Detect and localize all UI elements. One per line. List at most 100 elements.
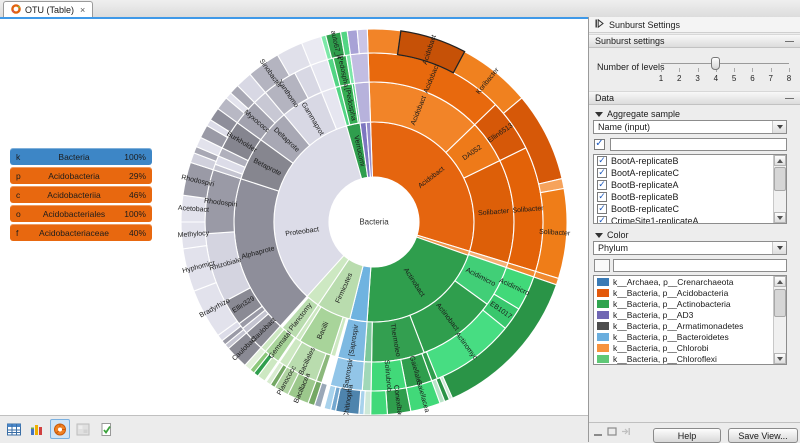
collapse-group-icon[interactable]: —	[785, 36, 794, 46]
dock-icon[interactable]	[621, 427, 631, 438]
group-header-sunburst-settings[interactable]: Sunburst settings —	[589, 34, 800, 48]
bar-chart-view-icon[interactable]	[27, 419, 47, 439]
color-label: k__Bacteria, p__Chlorobi	[613, 343, 708, 353]
sample-filter-input[interactable]	[610, 138, 787, 151]
minimize-icon[interactable]	[594, 430, 603, 440]
save-view-button[interactable]: Save View...	[728, 428, 798, 443]
table-view-icon[interactable]	[4, 419, 24, 439]
combobox-value: Name (input)	[594, 122, 772, 132]
sample-list-scrollbar[interactable]	[773, 155, 786, 223]
color-section[interactable]: Color	[595, 230, 629, 240]
sunburst-segment[interactable]	[367, 29, 401, 55]
breadcrumb-row: k Bacteria 100%	[10, 148, 152, 165]
color-legend-item[interactable]: k__Bacteria, p__Chlorobi	[594, 342, 786, 353]
color-section-label: Color	[607, 230, 629, 240]
taxon-percent: 46%	[116, 190, 152, 200]
rank-letter: p	[10, 171, 32, 181]
scrollbar-thumb[interactable]	[774, 289, 786, 317]
save-view-button-label: Save View...	[738, 431, 787, 441]
slider-tick-label: 8	[784, 74, 794, 83]
side-panel-header[interactable]: Sunburst Settings	[589, 17, 800, 33]
application-window: OTU (Table) × AcidobactActinobactFirmicu…	[0, 0, 800, 442]
combobox-arrow-icon[interactable]	[772, 121, 786, 133]
slider-tick	[679, 68, 680, 72]
slider-tick	[698, 68, 699, 72]
sample-checkbox[interactable]: ✓	[597, 216, 607, 224]
float-icon[interactable]	[607, 427, 617, 438]
scrollbar-thumb[interactable]	[774, 167, 786, 191]
color-legend-item[interactable]: k__Bacteria, p__Bacteroidetes	[594, 331, 786, 342]
scroll-down-icon[interactable]	[774, 212, 786, 223]
color-legend-item[interactable]: k__Bacteria, p__AD3	[594, 309, 786, 320]
color-legend-item[interactable]: k__Bacteria, p__Actinobacteria	[594, 298, 786, 309]
heat-map-view-icon[interactable]	[73, 419, 93, 439]
slider-tick-label: 5	[729, 74, 739, 83]
collapse-group-icon[interactable]: —	[785, 93, 794, 103]
color-label: k__Bacteria, p__Actinobacteria	[613, 299, 731, 309]
color-label: k__Archaea, p__Crenarchaeota	[613, 277, 734, 287]
sunburst-view-icon[interactable]	[50, 419, 70, 439]
sample-checkbox[interactable]: ✓	[597, 204, 607, 214]
scroll-up-icon[interactable]	[774, 276, 786, 287]
breadcrumb-row: p Acidobacteria 29%	[10, 167, 152, 184]
color-label: k__Bacteria, p__Acidobacteria	[613, 288, 728, 298]
sample-checkbox[interactable]: ✓	[597, 180, 607, 190]
group-header-data[interactable]: Data —	[589, 91, 800, 105]
sunburst-center-label: Bacteria	[359, 218, 389, 227]
levels-slider-track[interactable]	[661, 63, 789, 64]
report-view-icon[interactable]	[96, 419, 116, 439]
sample-label: BootB-replicateB	[611, 192, 679, 202]
color-filter-input[interactable]	[613, 259, 787, 272]
color-by-combobox[interactable]: Phylum	[593, 241, 787, 255]
rank-letter: f	[10, 228, 32, 238]
color-swatch[interactable]	[597, 300, 609, 308]
scroll-up-icon[interactable]	[774, 155, 786, 166]
color-swatch[interactable]	[597, 333, 609, 341]
aggregate-sample-section[interactable]: Aggregate sample	[595, 109, 680, 119]
breadcrumb-row: c Acidobacteriia 46%	[10, 186, 152, 203]
sunburst-segment[interactable]	[371, 391, 388, 415]
pin-panel-icon[interactable]	[595, 19, 604, 30]
sample-checkbox[interactable]: ✓	[597, 168, 607, 178]
color-swatch[interactable]	[597, 278, 609, 286]
sample-list-item[interactable]: ✓ BootB-replicateB	[594, 191, 786, 203]
select-all-samples-checkbox[interactable]: ✓	[594, 139, 605, 150]
sample-label: BootA-replicateB	[611, 156, 679, 166]
rank-letter: k	[10, 152, 32, 162]
help-button[interactable]: Help	[653, 428, 721, 443]
color-swatch[interactable]	[597, 322, 609, 330]
aggregate-sample-label: Aggregate sample	[607, 109, 680, 119]
sample-list-item[interactable]: ✓ BootA-replicateC	[594, 167, 786, 179]
sample-list[interactable]: ✓ BootA-replicateB✓ BootA-replicateC✓ Bo…	[593, 154, 787, 224]
color-label: k__Bacteria, p__Chloroflexi	[613, 354, 717, 364]
color-swatch[interactable]	[597, 289, 609, 297]
sample-checkbox[interactable]: ✓	[597, 156, 607, 166]
color-legend-item[interactable]: k__Bacteria, p__Armatimonadetes	[594, 320, 786, 331]
color-swatch[interactable]	[597, 355, 609, 363]
color-legend-item[interactable]: k__Archaea, p__Crenarchaeota	[594, 276, 786, 287]
sunburst-tab-icon	[11, 4, 21, 16]
sample-checkbox[interactable]: ✓	[597, 192, 607, 202]
scroll-down-icon[interactable]	[774, 353, 786, 364]
side-panel: Sunburst Settings Sunburst settings — Nu…	[588, 17, 800, 442]
sample-list-item[interactable]: ✓ BootB-replicateA	[594, 179, 786, 191]
sample-list-item[interactable]: ✓ BootA-replicateB	[594, 155, 786, 167]
sample-list-item[interactable]: ✓ CrimeSite1-replicateA	[594, 215, 786, 224]
combobox-arrow-icon[interactable]	[772, 242, 786, 254]
taxonomy-breadcrumb: k Bacteria 100% p Acidobacteria 29% c Acid…	[10, 148, 152, 243]
color-swatch[interactable]	[597, 311, 609, 319]
color-list-scrollbar[interactable]	[773, 276, 786, 364]
aggregate-sample-combobox[interactable]: Name (input)	[593, 120, 787, 134]
color-swatch[interactable]	[597, 344, 609, 352]
tab-otu-table[interactable]: OTU (Table) ×	[3, 1, 93, 18]
sunburst-segment[interactable]	[357, 29, 368, 54]
levels-slider-thumb[interactable]	[711, 57, 720, 70]
tab-close-icon[interactable]: ×	[80, 5, 85, 15]
chevron-down-icon	[595, 233, 603, 238]
color-legend-list[interactable]: k__Archaea, p__Crenarchaeota k__Bacteria…	[593, 275, 787, 365]
color-swatch-button[interactable]	[594, 259, 610, 272]
sample-list-item[interactable]: ✓ BootB-replicateC	[594, 203, 786, 215]
color-legend-item[interactable]: k__Bacteria, p__Chloroflexi	[594, 353, 786, 364]
color-legend-item[interactable]: k__Bacteria, p__Acidobacteria	[594, 287, 786, 298]
breadcrumb-row: o Acidobacteriales 100%	[10, 205, 152, 222]
